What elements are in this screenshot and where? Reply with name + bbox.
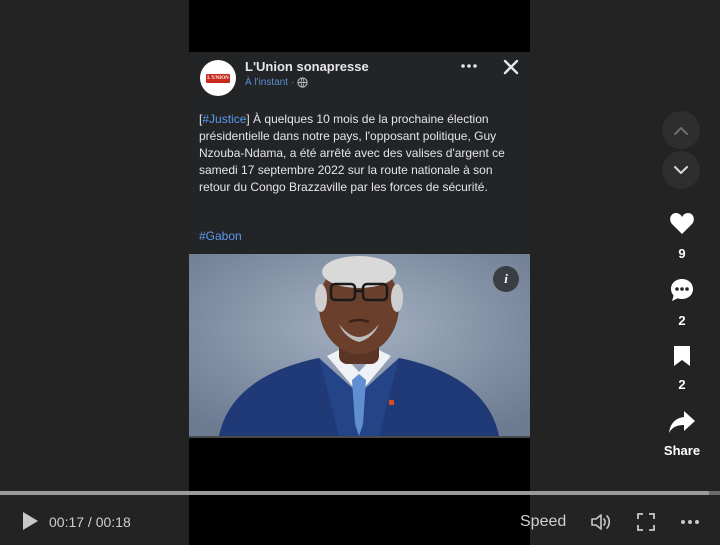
post-text: [#Justice] À quelques 10 mois de la proc… [199,111,521,196]
page-name[interactable]: L'Union sonapresse [245,59,369,74]
share-label: Share [663,443,701,458]
post-timestamp[interactable]: À l'instant [245,77,288,88]
like-button[interactable]: 9 [660,212,704,261]
close-icon[interactable] [500,56,522,78]
play-icon[interactable] [20,511,40,531]
bookmark-count: 2 [678,377,686,392]
bookmark-icon [674,346,690,366]
avatar-logo: L'UNION [206,74,230,83]
facebook-post-card: L'UNION L'Union sonapresse À l'instant · [189,52,530,438]
more-options-icon[interactable] [458,55,480,77]
comment-button[interactable]: 2 [660,277,704,328]
chevron-up-icon[interactable] [662,111,700,149]
side-controls: 9 2 2 Share [660,0,704,545]
fullscreen-icon[interactable] [636,512,656,532]
volume-icon[interactable] [590,512,612,532]
portrait-photo [189,254,530,436]
bookmark-button[interactable]: 2 [660,345,704,392]
post-header: L'UNION L'Union sonapresse À l'instant · [189,52,530,100]
hashtag-gabon[interactable]: #Gabon [199,229,242,243]
info-icon[interactable]: i [493,266,519,292]
chevron-down-icon[interactable] [662,151,700,189]
comment-icon [671,279,693,301]
share-button[interactable]: Share [660,410,704,458]
post-meta: À l'instant · [245,77,309,88]
comment-count: 2 [678,313,686,328]
speed-button[interactable]: Speed [520,513,566,531]
post-photo[interactable]: i [189,254,530,436]
heart-icon [670,213,694,234]
video-frame[interactable]: L'UNION L'Union sonapresse À l'instant · [189,0,530,545]
player-controls: 00:17 / 00:18 Speed [0,495,720,545]
video-viewer: L'UNION L'Union sonapresse À l'instant · [0,0,720,545]
time-display: 00:17 / 00:18 [49,514,131,530]
meta-separator: · [291,77,295,88]
page-avatar[interactable]: L'UNION [200,60,236,96]
share-icon [669,411,695,433]
post-divider [189,436,530,438]
hashtag-justice[interactable]: #Justice [202,112,246,126]
globe-icon [297,77,309,88]
ellipsis-icon[interactable] [679,512,701,532]
like-count: 9 [678,246,686,261]
